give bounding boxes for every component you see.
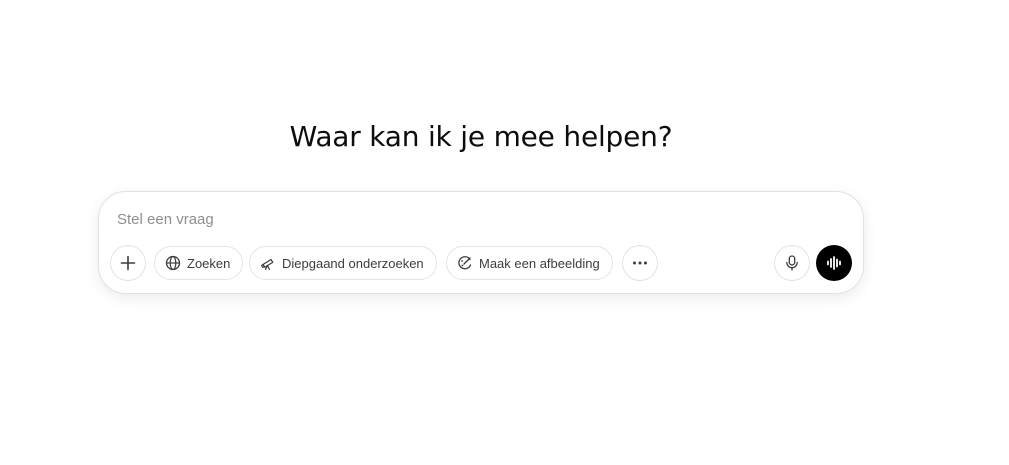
image-brush-icon: [457, 255, 473, 271]
voice-mode-icon: [827, 256, 841, 270]
more-tools-button[interactable]: [622, 245, 658, 281]
deep-research-label: Diepgaand onderzoeken: [282, 255, 424, 271]
dictate-button[interactable]: [774, 245, 810, 281]
page-title: Waar kan ik je mee helpen?: [289, 120, 673, 153]
deep-research-button[interactable]: Diepgaand onderzoeken: [249, 246, 437, 280]
microphone-icon: [786, 255, 798, 271]
telescope-icon: [260, 255, 276, 271]
page: Waar kan ik je mee helpen? Zoeke: [0, 0, 1009, 465]
search-tool-label: Zoeken: [187, 255, 231, 271]
prompt-input[interactable]: [117, 204, 817, 234]
create-image-button[interactable]: Maak een afbeelding: [446, 246, 613, 280]
globe-icon: [165, 255, 181, 271]
search-tool-button[interactable]: Zoeken: [154, 246, 244, 280]
create-image-label: Maak een afbeelding: [479, 255, 600, 271]
voice-mode-button[interactable]: [816, 245, 852, 281]
plus-icon: [120, 255, 136, 271]
chat-composer: Zoeken Diepgaand onderzoeken: [98, 191, 864, 294]
attach-button[interactable]: [110, 245, 146, 281]
more-horizontal-icon: [633, 261, 647, 265]
composer-toolbar: Zoeken Diepgaand onderzoeken Maak een af…: [110, 245, 852, 282]
